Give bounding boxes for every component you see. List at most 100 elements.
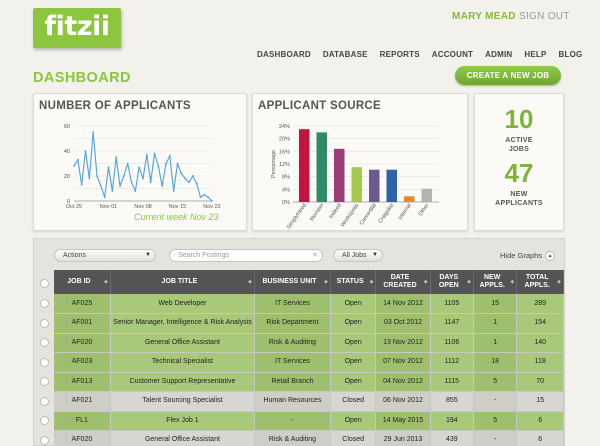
sort-icon: ◆ [324,279,328,285]
table-header-row: JOB ID ◆ JOB TITLE ◆ BUSINESS UNIT ◆ STATUS… [54,270,564,294]
nav-reports[interactable]: REPORTS [380,50,420,59]
col-header-business-unit[interactable]: BUSINESS UNIT ◆ [254,270,331,294]
drag-handle-icon[interactable]: ⋮⋮ [63,357,76,368]
clear-search-icon[interactable]: ✕ [312,250,318,261]
x-tick-label: Indeed [328,203,343,220]
nav-dashboard[interactable]: DASHBOARD [257,50,311,59]
nav-database[interactable]: DATABASE [323,50,368,59]
table-row[interactable]: AF025 Web Developer IT Services Open 14 Nov … [54,294,564,314]
search-postings-input[interactable]: Search Postings ✕ [169,249,323,262]
sort-icon: ◆ [104,279,108,285]
cell-days: 1147 [430,313,474,334]
nav-account[interactable]: ACCOUNT [432,50,473,59]
job-filter-dropdown[interactable]: All Jobs ▼ [333,249,383,262]
new-applicants-count[interactable]: 47 [475,158,563,189]
cell-status: Open [330,372,377,392]
nav-help[interactable]: HELP [524,50,546,59]
drag-handle-icon[interactable]: ⋮⋮ [63,396,76,407]
row-select-radio[interactable] [40,299,49,308]
col-header-job-id[interactable]: JOB ID ◆ [54,270,111,294]
bar [351,167,362,202]
table-row[interactable]: AF020 General Office Assistant Risk & Audi… [54,333,564,353]
cell-total: 6 [516,430,564,446]
select-all-radio[interactable] [40,279,49,288]
cell-total: 289 [516,294,564,314]
x-tick-label: Other [418,203,431,218]
drag-handle-icon[interactable]: ⋮⋮ [63,298,76,309]
data-point [84,150,87,152]
data-point [191,175,194,177]
source-bar-chart: 0% 4% 8% 12% 16% 20% 24% Percentage SimplyHired M… [271,124,439,230]
cell-title: General Office Assistant [110,333,256,353]
cell-days: 1112 [430,352,474,373]
cell-total: 140 [516,333,564,353]
x-tick-label: CareerBld [359,203,378,227]
data-point [99,185,102,187]
x-tick-label: SimplyHired [286,203,308,230]
drag-handle-icon[interactable]: ⋮⋮ [63,435,76,446]
fitzii-logo[interactable]: fitzii [33,8,121,48]
bar [369,169,380,202]
data-point [88,177,91,180]
cell-date: 03 Oct 2012 [375,313,431,334]
job-filter-label: All Jobs [342,252,367,259]
drag-handle-icon[interactable]: ⋮⋮ [63,318,76,329]
row-select-radio[interactable] [40,338,49,347]
sort-icon: ◆ [557,279,561,285]
hide-graphs-toggle[interactable]: Hide Graphs ▲ [500,251,556,262]
data-point [142,177,144,180]
data-point [157,165,160,167]
row-select-radio[interactable] [40,377,49,386]
data-point [188,181,190,184]
table-row[interactable]: AF023 Technical Specialist IT Services Open… [54,352,564,373]
table-row[interactable]: AF001 Senior Manager, Intelligence & Risk… [54,313,564,334]
table-row[interactable]: FL1 Flex Job 1- Open 14 May 2015 194 5 6 [54,411,564,431]
cell-unit: Retail Branch [254,372,331,392]
nav-blog[interactable]: BLOG [559,50,583,59]
data-point [130,181,133,184]
data-point [149,181,152,184]
sign-out-link[interactable]: SIGN OUT [519,11,570,22]
cell-status: Open [330,294,377,314]
data-point [195,182,198,185]
row-select-radio[interactable] [40,416,49,425]
row-select-radio[interactable] [40,435,49,445]
drag-handle-icon[interactable]: ⋮⋮ [63,337,76,348]
cell-date: 07 Nov 2012 [375,352,431,373]
drag-handle-icon[interactable]: ⋮⋮ [63,376,76,387]
user-name-link[interactable]: MARY MEAD [452,11,516,22]
col-header-new-appls[interactable]: NEW APPLS. ◆ [473,270,518,294]
data-point [211,200,213,202]
data-point [176,162,179,165]
table-row[interactable]: AF021 Talent Sourcing Specialist Human Res… [54,391,564,412]
row-select-radio[interactable] [40,396,49,406]
data-point [145,153,148,156]
bar [334,148,345,202]
sort-icon: ◆ [510,279,515,285]
row-select-radio[interactable] [40,357,49,367]
nav-admin[interactable]: ADMIN [485,50,512,59]
create-new-job-button[interactable]: CREATE A NEW JOB [455,66,561,85]
source-panel: APPLICANT SOURCE 0% 4% 8% 12% 16% 20% 24% Perce… [252,93,468,231]
bar [386,169,397,202]
row-select-radio[interactable] [40,318,49,328]
x-tick-label: Oct 25 [66,204,82,210]
cell-total: 118 [516,352,564,373]
table-row[interactable]: AF020 General Office Assistant Risk & Audi… [54,430,564,446]
y-tick-label: 40 [64,149,70,155]
data-point [161,185,164,187]
col-header-total-appls[interactable]: TOTAL APPLS. ◆ [516,270,564,294]
drag-handle-icon[interactable]: ⋮⋮ [63,415,76,426]
actions-dropdown[interactable]: Actions ▼ [54,249,156,262]
col-header-date-created[interactable]: DATE CREATED ◆ [375,270,431,294]
cell-title: General Office Assistant [110,430,256,446]
active-jobs-count[interactable]: 10 [475,104,563,135]
cell-new: 5 [473,372,518,392]
table-row[interactable]: AF013 Customer Support Representative Reta… [54,372,564,392]
col-header-days-open[interactable]: DAYS OPEN ◆ [430,270,474,294]
y-tick-label: 16% [279,149,290,155]
col-header-job-title[interactable]: JOB TITLE ◆ [110,270,256,294]
cell-days: 855 [430,391,474,412]
col-header-status[interactable]: STATUS ◆ [330,270,377,294]
stats-panel: 10 ACTIVE JOBS 47 NEW APPLICANTS [474,93,564,231]
